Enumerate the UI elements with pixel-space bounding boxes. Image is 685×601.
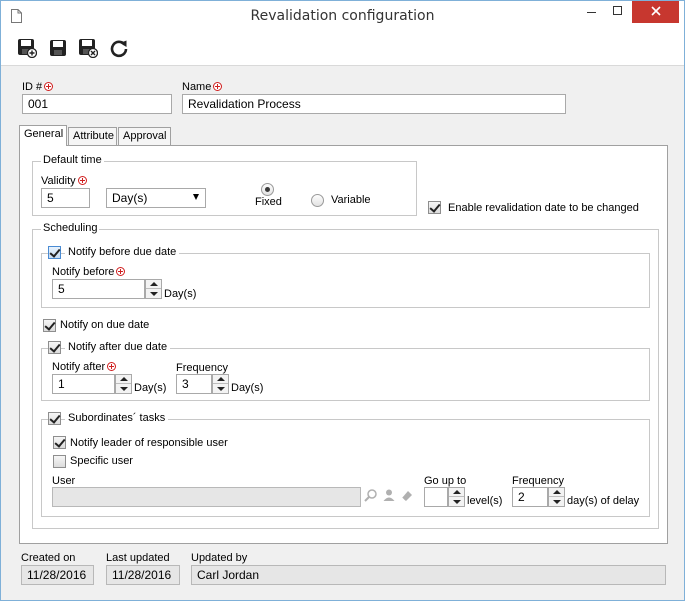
eraser-icon: [400, 488, 414, 505]
toolbar: [1, 32, 684, 66]
tab-attribute[interactable]: Attribute: [68, 127, 117, 145]
title-bar: Revalidation configuration: [1, 1, 684, 32]
user-field[interactable]: [52, 487, 361, 507]
notify-after-frequency-unit: Day(s): [231, 382, 264, 394]
id-field[interactable]: 001: [22, 94, 172, 114]
variable-radio[interactable]: [311, 194, 324, 207]
notify-after-stepper[interactable]: [115, 374, 132, 394]
go-up-to-label: Go up to: [424, 475, 467, 487]
search-user-button[interactable]: [362, 487, 380, 505]
id-label: ID #: [22, 81, 54, 93]
notify-before-legend: Notify before due date: [65, 246, 180, 258]
save-and-new-button[interactable]: [16, 38, 38, 60]
save-icon: [48, 38, 68, 61]
subordinates-frequency-input[interactable]: 2: [512, 487, 548, 507]
updated-by-field: Carl Jordan: [191, 565, 666, 585]
notify-on-due-label: Notify on due date: [60, 319, 150, 331]
updated-by-label: Updated by: [191, 552, 248, 564]
last-updated-label: Last updated: [106, 552, 170, 564]
levels-unit: level(s): [467, 495, 503, 507]
created-on-field: 11/28/2016: [21, 565, 94, 585]
notify-before-unit: Day(s): [164, 288, 197, 300]
subordinates-frequency-unit: day(s) of delay: [567, 495, 640, 507]
go-up-to-stepper[interactable]: [448, 487, 465, 507]
validity-label: Validity: [41, 175, 87, 187]
notify-before-checkbox[interactable]: [48, 246, 61, 259]
save-new-icon: [17, 38, 38, 61]
spin-up-icon[interactable]: [146, 280, 161, 289]
fixed-radio[interactable]: [261, 183, 274, 196]
name-label: Name: [182, 81, 223, 93]
spin-up-icon[interactable]: [549, 488, 564, 497]
spin-down-icon[interactable]: [449, 497, 464, 506]
variable-label: Variable: [331, 194, 371, 206]
maximize-button[interactable]: [605, 1, 631, 23]
refresh-button[interactable]: [108, 38, 130, 60]
enable-change-label: Enable revalidation date to be changed: [448, 202, 639, 214]
required-icon: [77, 176, 87, 185]
subordinates-frequency-label: Frequency: [512, 475, 564, 487]
chevron-down-icon: [193, 194, 199, 200]
save-button[interactable]: [47, 38, 69, 60]
scheduling-legend: Scheduling: [41, 222, 100, 234]
minimize-icon: [587, 6, 597, 19]
user-icon: [382, 488, 396, 505]
user-label: User: [52, 475, 76, 487]
close-icon: [650, 5, 661, 19]
notify-leader-label: Notify leader of responsible user: [70, 437, 228, 449]
spin-down-icon[interactable]: [549, 497, 564, 506]
last-updated-field: 11/28/2016: [106, 565, 180, 585]
notify-after-frequency-input[interactable]: 3: [176, 374, 212, 394]
spin-up-icon[interactable]: [449, 488, 464, 497]
save-close-icon: [78, 38, 99, 61]
go-up-to-input[interactable]: [424, 487, 448, 507]
notify-after-group: [41, 348, 650, 401]
spin-up-icon[interactable]: [116, 375, 131, 384]
subordinates-frequency-stepper[interactable]: [548, 487, 565, 507]
notify-after-checkbox[interactable]: [48, 341, 61, 354]
specific-user-label: Specific user: [70, 455, 133, 467]
notify-before-input[interactable]: 5: [52, 279, 145, 299]
search-icon: [364, 488, 378, 505]
notify-before-stepper[interactable]: [145, 279, 162, 299]
spin-down-icon[interactable]: [146, 289, 161, 298]
subordinates-checkbox[interactable]: [48, 412, 61, 425]
spin-up-icon[interactable]: [213, 375, 228, 384]
notify-leader-checkbox[interactable]: [53, 436, 66, 449]
specific-user-checkbox[interactable]: [53, 455, 66, 468]
close-button[interactable]: [632, 1, 679, 23]
created-on-label: Created on: [21, 552, 76, 564]
notify-after-input[interactable]: 1: [52, 374, 115, 394]
tab-general[interactable]: General: [19, 125, 67, 146]
validity-input[interactable]: 5: [41, 188, 90, 208]
validity-unit-select[interactable]: Day(s): [106, 188, 206, 208]
notify-after-legend: Notify after due date: [65, 341, 171, 353]
subordinates-legend: Subordinates´ tasks: [65, 412, 169, 424]
notify-after-field-label: Notify after: [52, 361, 117, 373]
save-and-close-button[interactable]: [77, 38, 99, 60]
notify-after-frequency-stepper[interactable]: [212, 374, 229, 394]
notify-on-due-checkbox[interactable]: [43, 319, 56, 332]
notify-after-frequency-label: Frequency: [176, 362, 228, 374]
clear-user-button[interactable]: [398, 487, 416, 505]
enable-change-checkbox[interactable]: [428, 201, 441, 214]
refresh-icon: [109, 38, 129, 61]
default-time-legend: Default time: [41, 154, 104, 166]
maximize-icon: [613, 5, 623, 19]
required-icon: [116, 267, 126, 276]
revalidation-window: Revalidation configuration ID # 001 Name…: [0, 0, 685, 601]
spin-down-icon[interactable]: [213, 384, 228, 393]
notify-after-unit: Day(s): [134, 382, 167, 394]
name-field[interactable]: Revalidation Process: [182, 94, 566, 114]
tab-approval[interactable]: Approval: [118, 127, 171, 145]
spin-down-icon[interactable]: [116, 384, 131, 393]
notify-before-field-label: Notify before: [52, 266, 126, 278]
fixed-label: Fixed: [255, 196, 282, 208]
required-icon: [107, 362, 117, 371]
user-button[interactable]: [380, 487, 398, 505]
minimize-button[interactable]: [579, 1, 605, 23]
required-icon: [44, 82, 54, 91]
required-icon: [213, 82, 223, 91]
